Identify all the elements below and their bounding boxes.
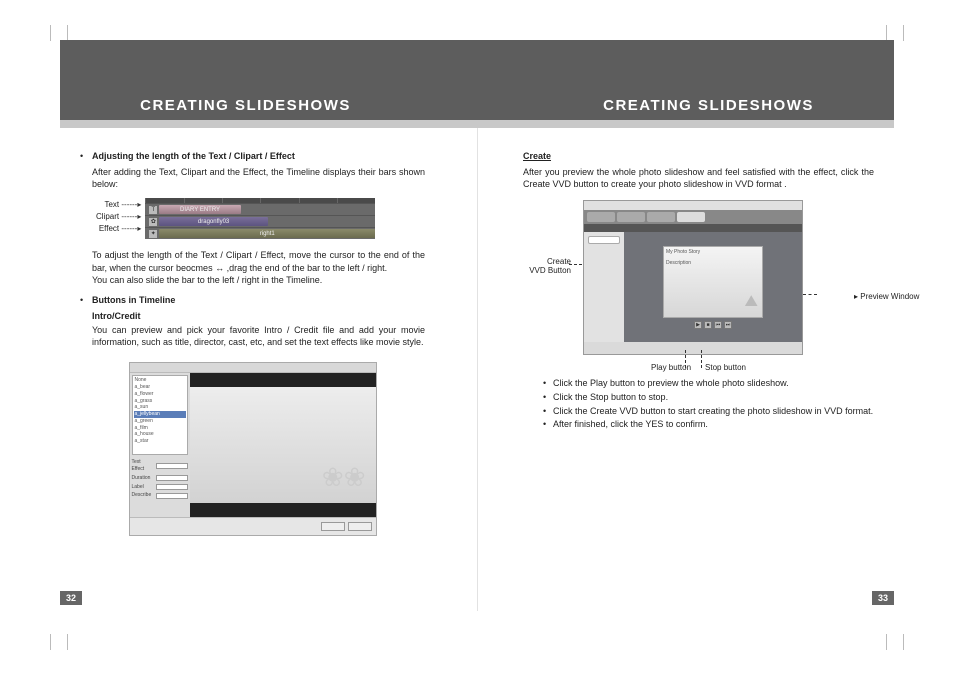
- crop-mark: [886, 634, 904, 650]
- crop-mark: [886, 25, 904, 41]
- page-right: CREATING SLIDESHOWS Create After you pre…: [477, 0, 954, 675]
- timeline-label: Text: [104, 200, 119, 209]
- list-item: Click the Create VVD button to start cre…: [553, 406, 873, 418]
- timeline-bar: DIARY ENTRY: [159, 205, 240, 214]
- image-decor-icon: ⛰: [745, 291, 758, 313]
- intro-credit-screenshot: Nonea_beara_flowera_grassa_sun a_jellybe…: [129, 362, 377, 536]
- create-screenshot: My Photo Story Description ⛰ ▶ ■ ⏮ ⏭: [583, 200, 803, 355]
- page-left: CREATING SLIDESHOWS • Adjusting the leng…: [0, 0, 477, 675]
- paragraph: After you preview the whole photo slides…: [523, 166, 874, 190]
- preview-window: My Photo Story Description ⛰: [663, 246, 763, 318]
- section-heading: Buttons in Timeline: [92, 294, 175, 306]
- sub-heading: Intro/Credit: [92, 310, 425, 322]
- list-item: Click the Stop button to stop.: [553, 392, 668, 404]
- timeline-track-clipart: ✿ dragonfly03: [145, 215, 375, 227]
- text-track-icon: T: [149, 206, 157, 214]
- bullet-list: •Click the Play button to preview the wh…: [543, 378, 874, 431]
- timeline-label: Clipart: [96, 212, 119, 221]
- file-list: Nonea_beara_flowera_grassa_sun a_jellybe…: [132, 375, 188, 455]
- list-item: Click the Play button to preview the who…: [553, 378, 789, 390]
- timeline-figure: Text ------▸ Clipart ------▸ Effect ----…: [96, 198, 425, 239]
- clipart-track-icon: ✿: [149, 218, 157, 226]
- paragraph: After adding the Text, Clipart and the E…: [92, 166, 425, 190]
- timeline-bar: dragonfly03: [159, 217, 267, 226]
- create-vvd-button[interactable]: [588, 236, 620, 244]
- paragraph: You can also slide the bar to the left /…: [92, 274, 425, 286]
- page-number: 32: [60, 591, 82, 605]
- next-button[interactable]: ⏭: [724, 321, 732, 329]
- content-right: Create After you preview the whole photo…: [523, 150, 874, 433]
- header-underbar: [477, 120, 894, 128]
- bullet-icon: •: [80, 150, 92, 162]
- flower-decor-icon: ❀❀: [322, 460, 366, 495]
- page-title: CREATING SLIDESHOWS: [60, 40, 431, 117]
- resize-cursor-icon: ↔: [215, 263, 224, 273]
- callout-stop: Stop button: [705, 363, 746, 374]
- list-item: After finished, click the YES to confirm…: [553, 419, 708, 431]
- callout-create-vvd: Create VVD Button: [515, 258, 571, 276]
- page-title: CREATING SLIDESHOWS: [523, 40, 894, 117]
- prev-button[interactable]: ⏮: [714, 321, 722, 329]
- crop-mark: [50, 634, 68, 650]
- play-button[interactable]: ▶: [694, 321, 702, 329]
- section-heading: Create: [523, 150, 874, 162]
- content-left: • Adjusting the length of the Text / Cli…: [80, 150, 425, 536]
- timeline-label: Effect: [99, 224, 119, 233]
- timeline-bar: right1: [159, 229, 375, 238]
- bullet-icon: •: [80, 294, 92, 306]
- stop-button[interactable]: ■: [704, 321, 712, 329]
- effect-track-icon: ✦: [149, 230, 157, 238]
- section-heading: Adjusting the length of the Text / Clipa…: [92, 150, 295, 162]
- page-number: 33: [872, 591, 894, 605]
- paragraph: You can preview and pick your favorite I…: [92, 324, 425, 348]
- callout-preview-window: ▸ Preview Window: [854, 292, 934, 303]
- callout-row: Play button Stop button: [523, 363, 874, 374]
- timeline-track-effect: ✦ right1: [145, 227, 375, 239]
- header-underbar: [60, 120, 477, 128]
- paragraph: To adjust the length of the Text / Clipa…: [92, 249, 425, 273]
- crop-mark: [50, 25, 68, 41]
- timeline-track-text: T DIARY ENTRY: [145, 203, 375, 215]
